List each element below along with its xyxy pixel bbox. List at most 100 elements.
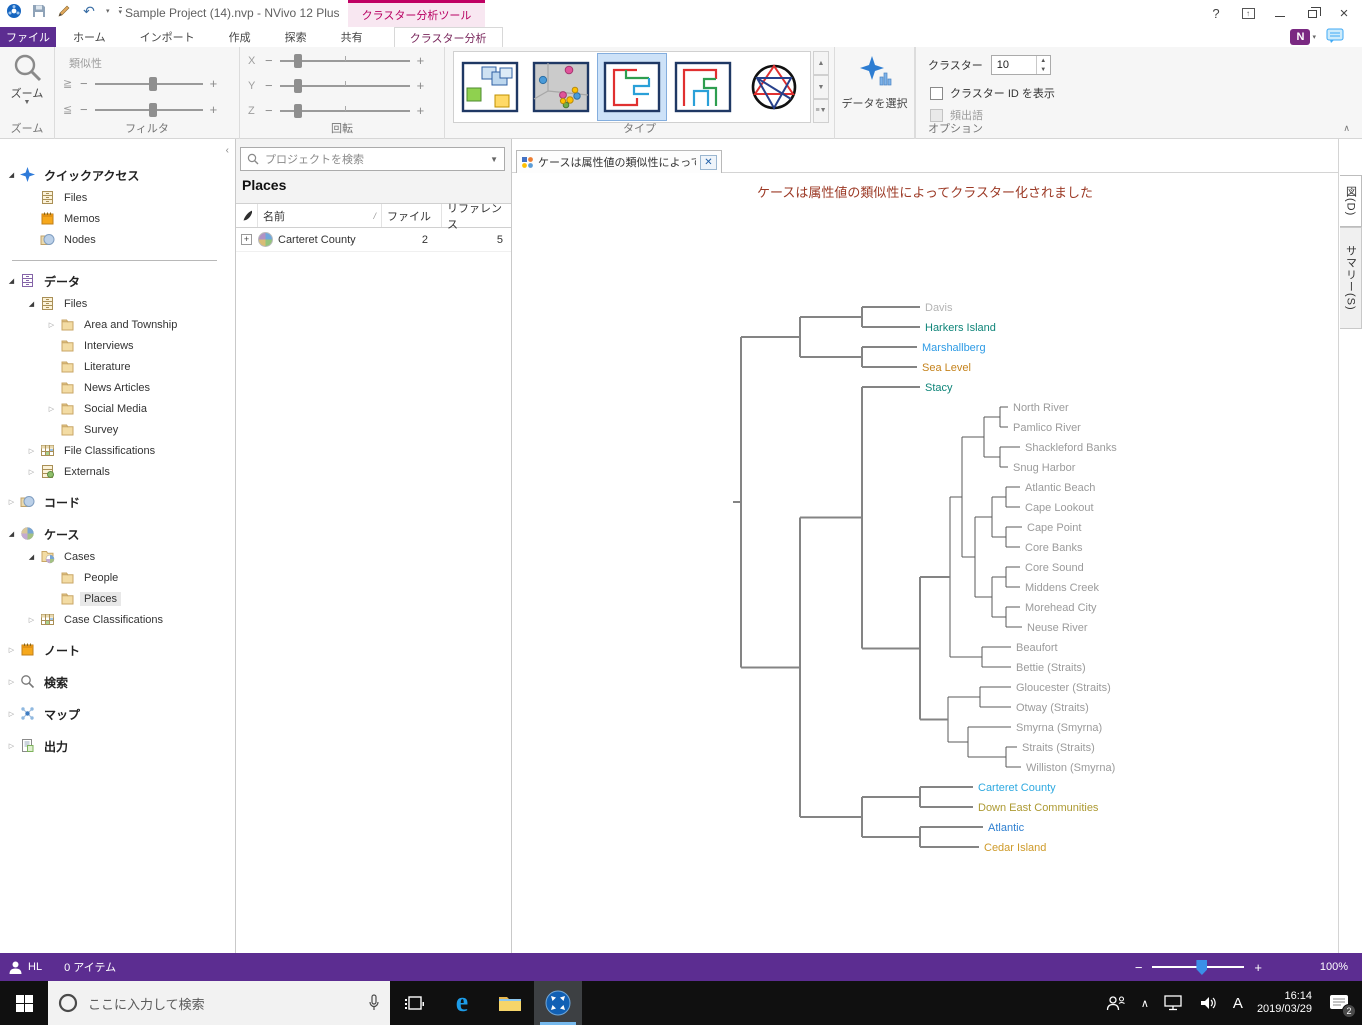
dendrogram-leaf-label[interactable]: Atlantic Beach <box>1025 482 1095 494</box>
sidebar-item-case-classifications[interactable]: ▷ Case Classifications <box>0 609 235 630</box>
spinner-down-button[interactable]: ▼ <box>1037 65 1050 74</box>
sidebar-item-データ[interactable]: ◢ データ <box>0 269 235 293</box>
tab-file[interactable]: ファイル <box>0 27 56 47</box>
sidebar-item-area-and-township[interactable]: ▷ Area and Township <box>0 314 235 335</box>
sidebar-item-コード[interactable]: ▷ コード <box>0 490 235 514</box>
dendrogram-leaf-label[interactable]: Core Sound <box>1025 562 1084 574</box>
close-button[interactable]: × <box>1330 3 1358 25</box>
task-view-button[interactable] <box>390 981 438 1025</box>
tab-作成[interactable]: 作成 <box>212 27 268 47</box>
sidebar-item-ノート[interactable]: ▷ ノート <box>0 638 235 662</box>
speaker-icon[interactable] <box>1199 995 1219 1011</box>
gallery-scroll-down-button[interactable]: ▼ <box>813 75 829 99</box>
column-header-name[interactable]: 名前 / <box>258 204 382 227</box>
save-button[interactable] <box>31 3 47 19</box>
sidebar-item-externals[interactable]: ▷ Externals <box>0 461 235 482</box>
undo-button[interactable]: ↶ <box>81 3 97 19</box>
ime-indicator[interactable]: A <box>1233 995 1243 1012</box>
spinner-up-button[interactable]: ▲ <box>1037 56 1050 65</box>
rotate-Y-minus-button[interactable]: − <box>265 79 273 92</box>
column-header-files[interactable]: ファイル <box>382 204 442 227</box>
document-tab[interactable]: ケースは属性値の類似性によって ✕ <box>516 150 722 173</box>
nvivo-taskbar-icon[interactable] <box>534 981 582 1025</box>
dendrogram-leaf-label[interactable]: Snug Harbor <box>1013 462 1076 474</box>
nvivo-account-badge[interactable]: N ▾ <box>1290 29 1316 45</box>
people-icon[interactable] <box>1105 995 1127 1011</box>
dendrogram-leaf-label[interactable]: Shackleford Banks <box>1025 442 1117 454</box>
rotate-Z-slider[interactable] <box>279 104 410 118</box>
minimize-button[interactable] <box>1266 3 1294 25</box>
taskbar-clock[interactable]: 16:14 2019/03/29 <box>1257 990 1312 1016</box>
customize-toolbar-button[interactable]: ▾ <box>118 6 123 16</box>
sidebar-item-people[interactable]: People <box>0 567 235 588</box>
network-icon[interactable] <box>1163 995 1185 1011</box>
dendrogram-leaf-label[interactable]: Carteret County <box>978 782 1056 794</box>
feedback-bubble-icon[interactable] <box>1326 28 1344 46</box>
filter-min-minus-button[interactable]: − <box>80 77 88 90</box>
hidden-icons-chevron[interactable]: ∧ <box>1141 997 1149 1010</box>
sidebar-item-cases[interactable]: ◢ Cases <box>0 546 235 567</box>
similarity-min-slider[interactable] <box>94 76 203 91</box>
column-header-references[interactable]: リファレンス <box>442 203 511 231</box>
dendrogram-leaf-label[interactable]: Marshallberg <box>922 342 986 354</box>
collapsed-arrow-icon[interactable]: ▷ <box>6 646 17 654</box>
rotate-X-plus-button[interactable]: + <box>417 54 425 67</box>
type-button-dendrogram-vertical[interactable] <box>669 54 737 120</box>
tab-ホーム[interactable]: ホーム <box>56 27 123 47</box>
ribbon-display-options-button[interactable]: ↑ <box>1234 3 1262 25</box>
dendrogram-leaf-label[interactable]: Gloucester (Straits) <box>1016 682 1111 694</box>
dendrogram-leaf-label[interactable]: Stacy <box>925 382 953 394</box>
status-zoom-in-button[interactable]: + <box>1254 960 1262 975</box>
sidebar-item-files[interactable]: Files <box>0 187 235 208</box>
collapsed-arrow-icon[interactable]: ▷ <box>46 405 57 413</box>
tab-cluster-analysis[interactable]: クラスター分析 <box>393 27 503 47</box>
dendrogram-leaf-label[interactable]: Pamlico River <box>1013 422 1081 434</box>
start-button[interactable] <box>0 981 48 1025</box>
collapsed-arrow-icon[interactable]: ▷ <box>6 678 17 686</box>
collapsed-arrow-icon[interactable]: ▷ <box>46 321 57 329</box>
dendrogram-leaf-label[interactable]: Harkers Island <box>925 322 996 334</box>
dendrogram-leaf-label[interactable]: Beaufort <box>1016 642 1058 654</box>
edge-browser-icon[interactable]: e <box>438 981 486 1025</box>
type-button-dendrogram-horizontal[interactable] <box>597 53 667 121</box>
tab-インポート[interactable]: インポート <box>123 27 212 47</box>
dendrogram-leaf-label[interactable]: Sea Level <box>922 362 971 374</box>
project-search-input[interactable]: プロジェクトを検索 ▼ <box>240 147 505 171</box>
sidebar-item-social-media[interactable]: ▷ Social Media <box>0 398 235 419</box>
select-data-button[interactable]: データを選択 <box>835 95 914 111</box>
expanded-arrow-icon[interactable]: ◢ <box>26 553 37 561</box>
expanded-arrow-icon[interactable]: ◢ <box>6 530 17 538</box>
taskbar-search-input[interactable]: ここに入力して検索 <box>48 981 390 1025</box>
rotate-X-slider[interactable] <box>279 54 410 68</box>
dendrogram-leaf-label[interactable]: Middens Creek <box>1025 582 1099 594</box>
dendrogram-leaf-label[interactable]: Cape Lookout <box>1025 502 1094 514</box>
tab-共有[interactable]: 共有 <box>324 27 380 47</box>
dendrogram-leaf-label[interactable]: Neuse River <box>1027 622 1088 634</box>
type-button-cluster-map-2d[interactable] <box>456 54 524 120</box>
tab-diagram[interactable]: 図(D) <box>1340 175 1362 227</box>
filter-max-plus-button[interactable]: + <box>210 103 218 116</box>
dendrogram-leaf-label[interactable]: Morehead City <box>1025 602 1097 614</box>
show-cluster-id-checkbox[interactable] <box>930 86 943 100</box>
sidebar-item-files[interactable]: ◢ Files <box>0 293 235 314</box>
sidebar-item-news-articles[interactable]: News Articles <box>0 377 235 398</box>
sidebar-item-survey[interactable]: Survey <box>0 419 235 440</box>
pin-column-header[interactable] <box>236 204 258 227</box>
undo-dropdown-caret[interactable]: ▾ <box>106 7 110 15</box>
expanded-arrow-icon[interactable]: ◢ <box>6 277 17 285</box>
collapsed-arrow-icon[interactable]: ▷ <box>26 468 37 476</box>
status-zoom-out-button[interactable]: − <box>1135 960 1143 975</box>
sidebar-item-nodes[interactable]: Nodes <box>0 229 235 250</box>
tab-探索[interactable]: 探索 <box>268 27 324 47</box>
gallery-scroll-up-button[interactable]: ▲ <box>813 51 829 75</box>
sidebar-item-クイックアクセス[interactable]: ◢ クイックアクセス <box>0 163 235 187</box>
dendrogram-leaf-label[interactable]: Davis <box>925 302 953 314</box>
dendrogram-leaf-label[interactable]: Core Banks <box>1025 542 1083 554</box>
filter-max-minus-button[interactable]: − <box>80 103 88 116</box>
sidebar-item-出力[interactable]: ▷ 出力 <box>0 734 235 758</box>
sidebar-item-マップ[interactable]: ▷ マップ <box>0 702 235 726</box>
rotate-Z-minus-button[interactable]: − <box>265 104 273 117</box>
zoom-icon[interactable] <box>13 53 43 86</box>
filter-min-plus-button[interactable]: + <box>210 77 218 90</box>
help-button[interactable]: ? <box>1202 3 1230 25</box>
